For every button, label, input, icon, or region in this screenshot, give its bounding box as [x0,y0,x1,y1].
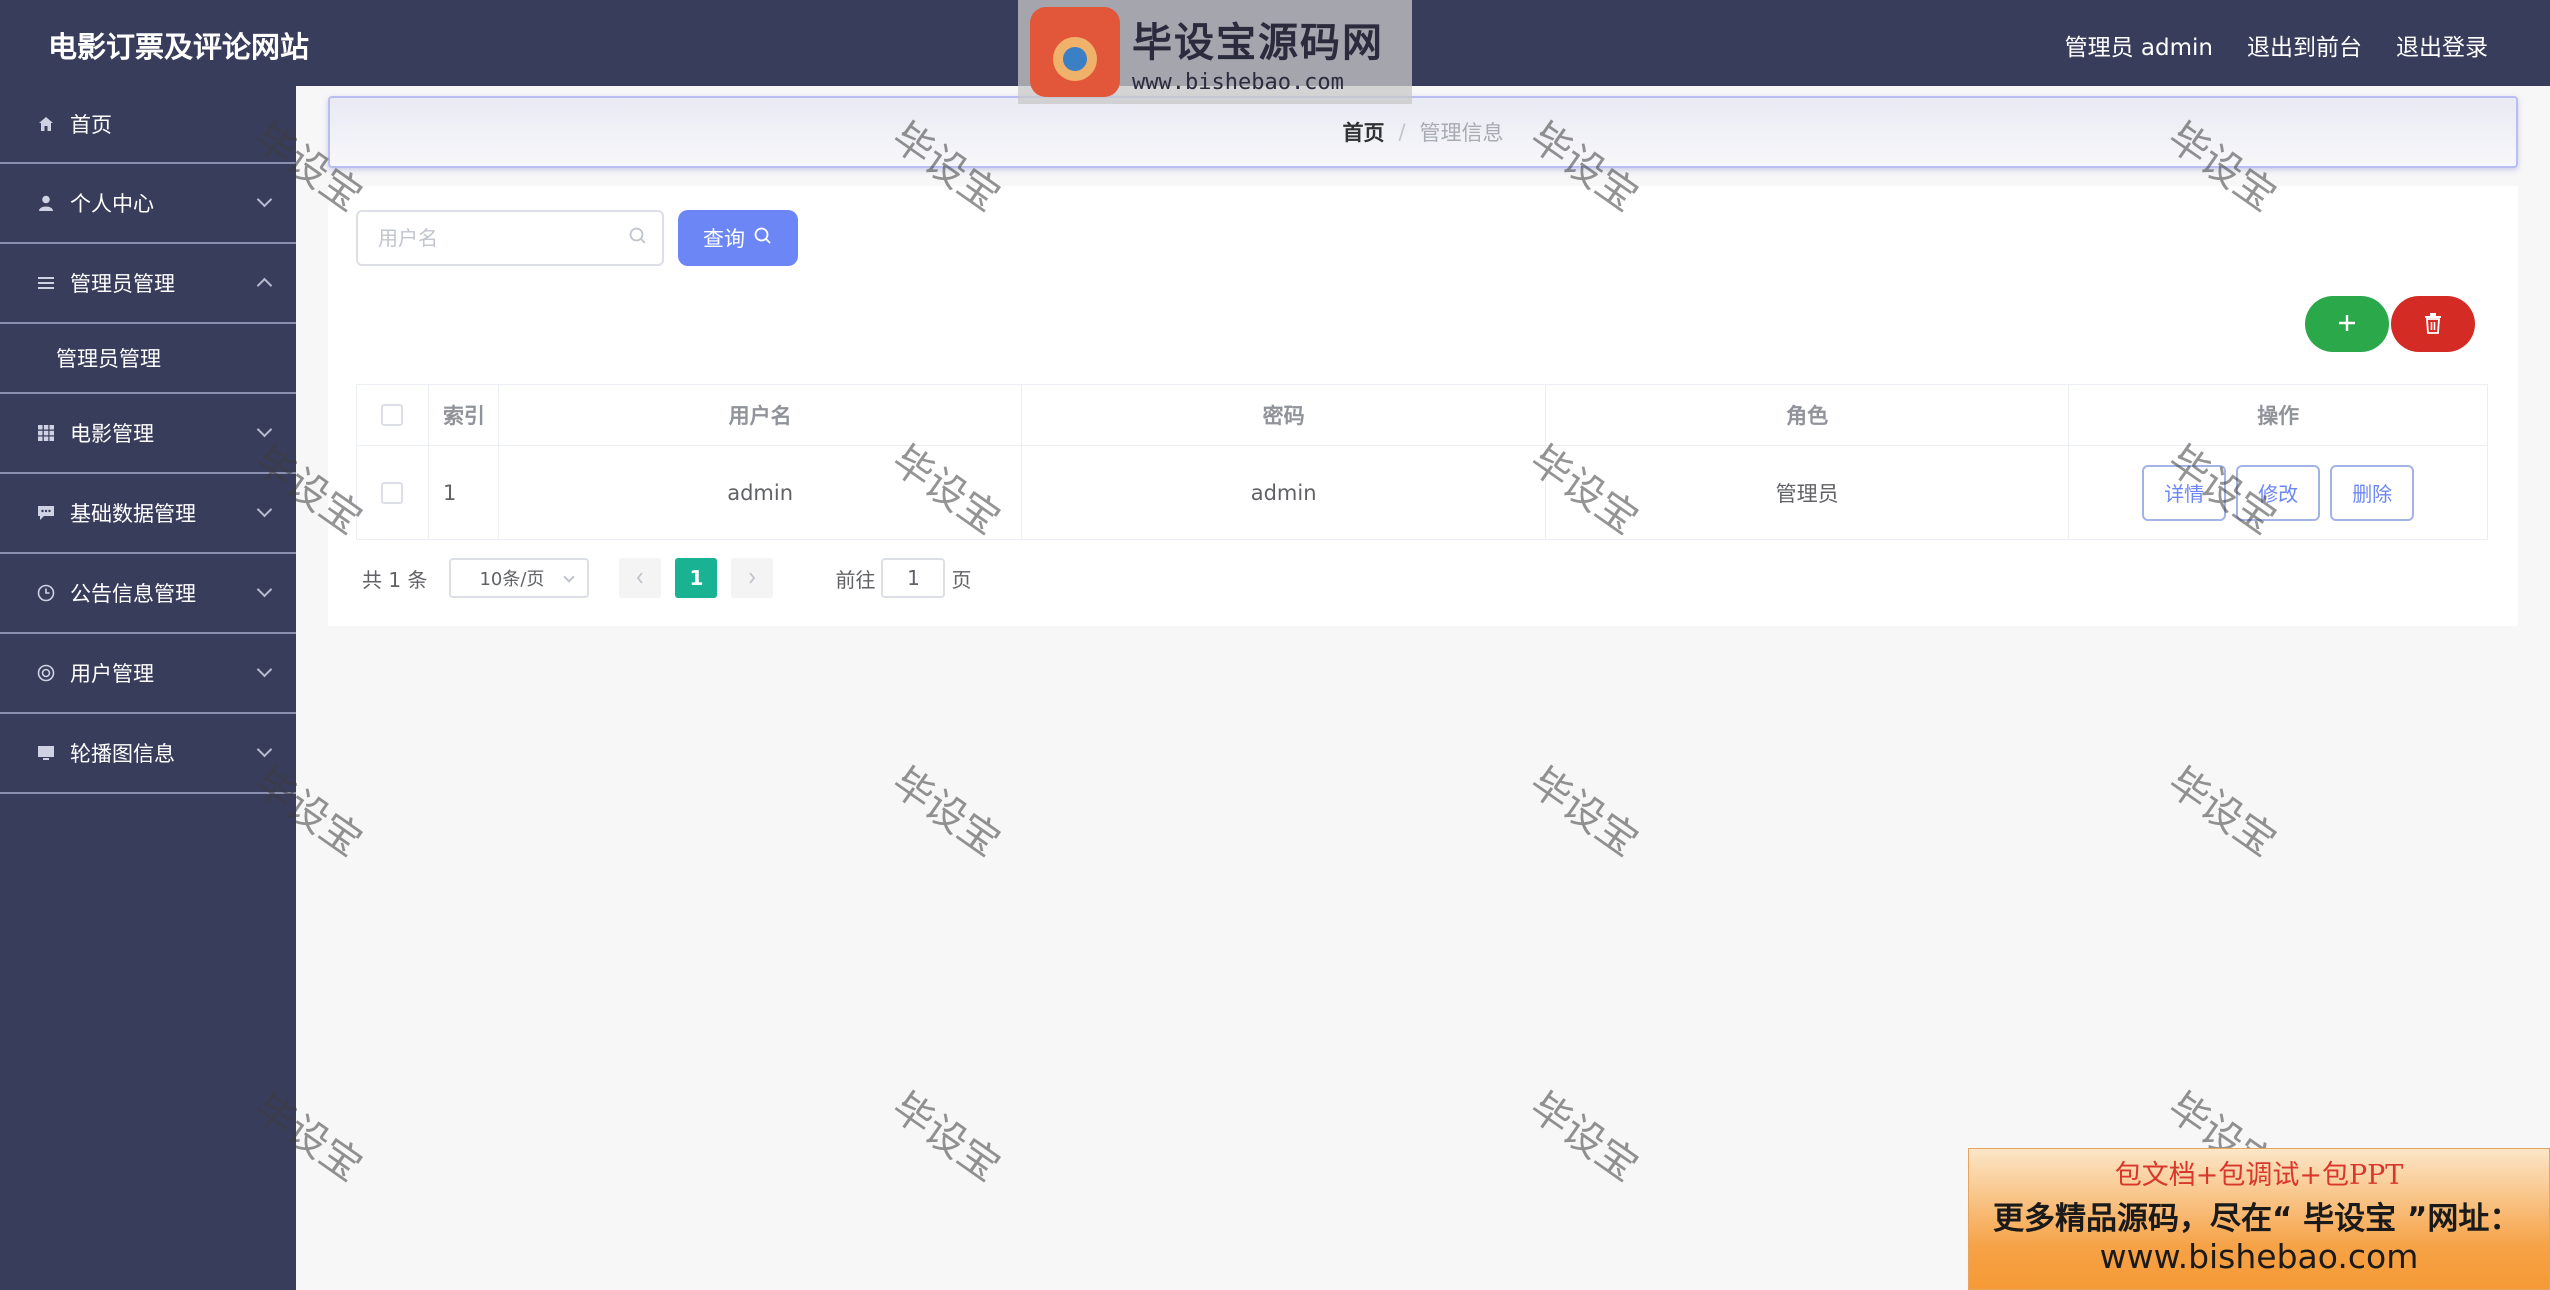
sidebar-item-announcements[interactable]: 公告信息管理 [0,554,296,634]
chevron-down-icon [256,501,273,518]
sidebar-subitem-admin-management[interactable]: 管理员管理 [0,324,296,394]
lifebuoy-icon [36,663,56,683]
batch-delete-button[interactable] [2391,296,2475,352]
chat-icon [36,503,56,523]
watermark-text: 毕设宝 [1521,759,1647,866]
watermark-text: 毕设宝 [2159,759,2285,866]
edit-button[interactable]: 修改 [2236,464,2321,521]
trash-icon [2423,312,2443,337]
chevron-up-icon [256,277,273,294]
chevron-right-icon [749,572,756,584]
sidebar-item-admin-management[interactable]: 管理员管理 [0,244,296,324]
query-button[interactable]: 查询 [678,210,798,266]
cell-index: 1 [429,446,499,539]
sidebar-item-basic-data[interactable]: 基础数据管理 [0,474,296,554]
row-checkbox[interactable] [381,481,404,504]
pagination-total: 共 1 条 [362,567,428,592]
header-index: 索引 [429,385,499,445]
detail-button[interactable]: 详情 [2142,464,2227,521]
breadcrumb-separator: / [1398,120,1406,144]
query-button-label: 查询 [703,227,745,251]
cell-role: 管理员 [1546,446,2070,539]
back-to-front-link[interactable]: 退出到前台 [2247,28,2362,62]
sidebar-item-label: 电影管理 [70,422,154,446]
monitor-icon [36,743,56,763]
sidebar-item-label: 基础数据管理 [70,502,196,526]
home-icon [36,114,56,134]
logo-url: www.bishebao.com [1132,69,1344,95]
cell-password: admin [1022,446,1546,539]
header-actions: 操作 [2257,404,2300,428]
clock-icon [36,583,56,603]
chevron-down-icon [256,421,273,438]
chevron-left-icon [637,572,644,584]
add-button[interactable] [2305,296,2389,352]
watermark-text: 毕设宝 [1521,1084,1647,1191]
prev-page-button[interactable] [619,558,662,598]
ad-line-3: www.bishebao.com [2099,1237,2419,1276]
header-role: 角色 [1546,385,2070,445]
goto-page-input[interactable] [881,558,946,598]
search-icon [628,226,650,248]
list-icon [36,273,56,293]
sidebar-item-label: 个人中心 [70,192,154,216]
page-size-value: 10条/页 [479,569,545,590]
grid-icon [36,423,56,443]
chevron-down-icon [256,661,273,678]
search-icon [753,226,773,251]
logout-link[interactable]: 退出登录 [2396,28,2488,62]
watermark-logo: 毕设宝源码网 www.bishebao.com [1018,0,1412,104]
header-links: 管理员 admin 退出到前台 退出登录 [2065,28,2488,62]
goto-label: 前往 [835,567,876,592]
page-size-select[interactable]: 10条/页 [449,558,590,598]
chevron-down-icon [256,741,273,758]
logo-icon [1030,7,1120,97]
sidebar-item-label: 管理员管理 [70,272,175,296]
sidebar-item-label: 轮播图信息 [70,742,175,766]
chevron-down-icon [256,191,273,208]
ad-banner[interactable]: 包文档+包调试+包PPT 更多精品源码，尽在“ 毕设宝 ”网址： www.bis… [1968,1148,2550,1290]
page-number-current[interactable]: 1 [675,558,718,598]
sidebar-item-carousel[interactable]: 轮播图信息 [0,714,296,794]
breadcrumb-home[interactable]: 首页 [1342,117,1384,147]
header-username: 用户名 [499,385,1023,445]
user-icon [36,193,56,213]
sidebar: 首页 个人中心 管理员管理 管理员管理 电影管理 基础数据管理 公告信息管理 用… [0,86,296,1290]
sidebar-item-home[interactable]: 首页 [0,86,296,164]
sidebar-item-personal-center[interactable]: 个人中心 [0,164,296,244]
cell-username: admin [499,446,1023,539]
watermark-text: 毕设宝 [883,1084,1009,1191]
site-title: 电影订票及评论网站 [48,30,310,64]
username-search-input[interactable] [356,210,664,266]
table-header: 索引 用户名 密码 角色 操作 [356,384,2488,446]
admin-table: 索引 用户名 密码 角色 操作 1 admin admin 管理员 详情 修改 … [356,384,2488,540]
delete-button[interactable]: 删除 [2330,464,2415,521]
sidebar-item-user-management[interactable]: 用户管理 [0,634,296,714]
ad-line-1: 包文档+包调试+包PPT [2114,1160,2404,1191]
breadcrumb-current: 管理信息 [1419,121,1504,145]
next-page-button[interactable] [731,558,774,598]
sidebar-item-label: 公告信息管理 [70,582,196,606]
admin-user-label: 管理员 admin [2064,35,2213,61]
sidebar-item-label: 用户管理 [70,662,154,686]
cell-actions: 详情 修改 删除 [2069,446,2487,539]
watermark-text: 毕设宝 [883,759,1009,866]
chevron-down-icon [256,581,273,598]
page-suffix: 页 [951,567,972,592]
plus-icon [2336,312,2358,337]
chevron-down-icon [563,571,576,583]
logo-title: 毕设宝源码网 [1132,19,1384,66]
header-password: 密码 [1022,385,1546,445]
pagination: 共 1 条 10条/页 1 前往 页 [362,558,971,598]
breadcrumb: 首页 / 管理信息 [328,96,2518,168]
table-row: 1 admin admin 管理员 详情 修改 删除 [356,446,2488,540]
sidebar-item-movie-management[interactable]: 电影管理 [0,394,296,474]
sidebar-item-label: 首页 [70,113,112,137]
ad-line-2: 更多精品源码，尽在“ 毕设宝 ”网址： [1993,1201,2521,1237]
select-all-checkbox[interactable] [381,404,404,426]
